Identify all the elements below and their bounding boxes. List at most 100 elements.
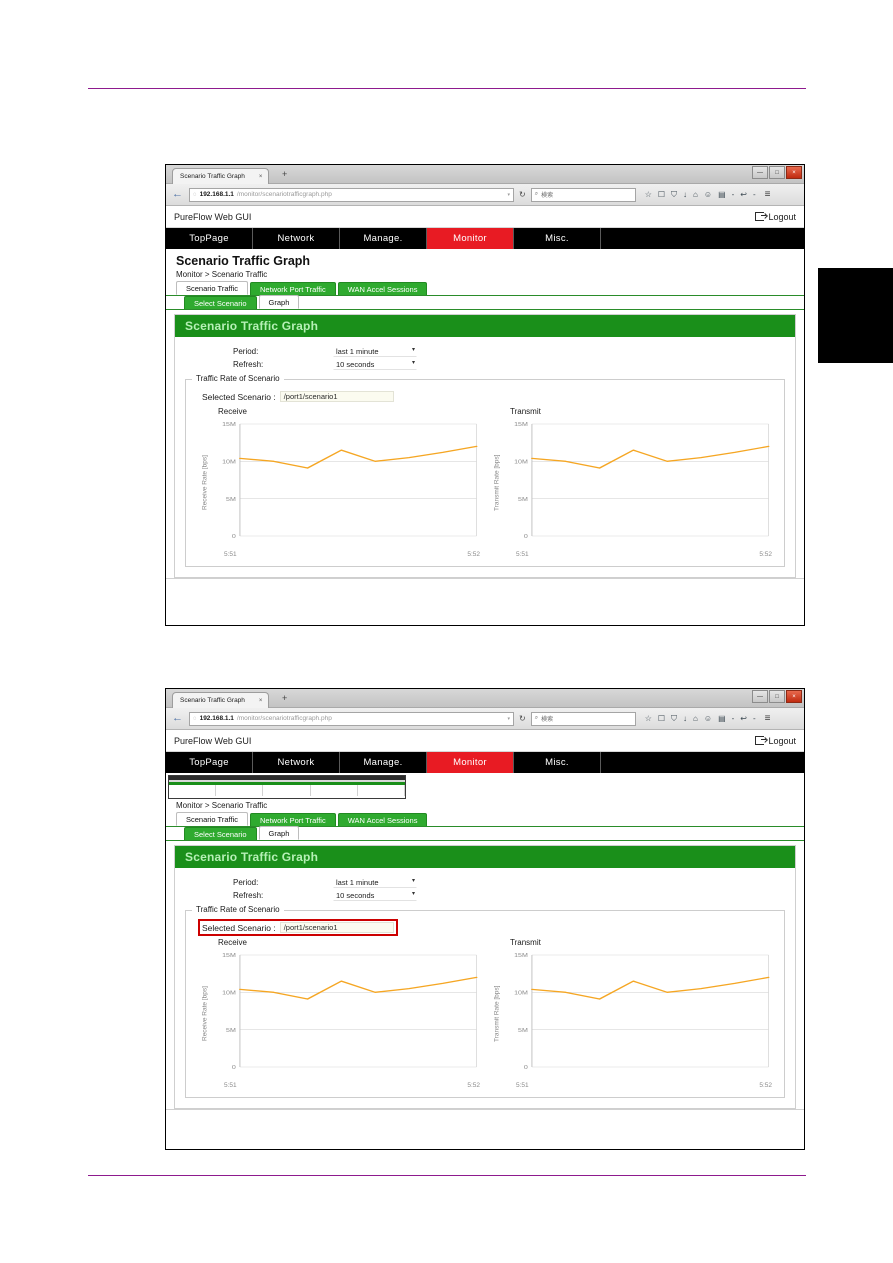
traffic-rate-group: Traffic Rate of Scenario Selected Scenar…	[185, 374, 785, 567]
chevron-down-icon[interactable]: ▾	[507, 192, 510, 198]
screenshot-icon[interactable]: ▤	[718, 190, 726, 199]
maximize-button[interactable]: □	[769, 166, 785, 179]
close-icon-2[interactable]: ×	[259, 698, 263, 704]
graph-options-form-2: Period: last 1 minute Refresh: 10 second…	[233, 876, 785, 902]
app-content-2: PureFlow Web GUI Logout TopPage Network …	[166, 730, 804, 1128]
minimize-button[interactable]: —	[752, 166, 768, 179]
tab-row-primary: Scenario Traffic Network Port Traffic WA…	[166, 281, 804, 296]
minimize-button-2[interactable]: —	[752, 690, 768, 703]
maximize-button-2[interactable]: □	[769, 690, 785, 703]
site-identity-icon: ◌	[193, 191, 197, 198]
tab-wan-accel-sessions[interactable]: WAN Accel Sessions	[337, 282, 428, 295]
shield-icon-2[interactable]: ⛉	[671, 714, 677, 723]
page-title-area-2	[166, 773, 804, 799]
transmit-xtick-start: 5:51	[516, 551, 529, 558]
subtab-graph[interactable]: Graph	[258, 295, 300, 309]
sync-icon[interactable]: ↩	[740, 190, 747, 199]
url-bar[interactable]: ◌ 192.168.1.1/monitor/scenariotrafficgra…	[189, 187, 514, 202]
browser-tab-1[interactable]: Scenario Traffic Graph ×	[172, 168, 270, 184]
sync-icon-2[interactable]: ↩	[740, 714, 747, 723]
traffic-rate-group-2: Traffic Rate of Scenario Selected Scenar…	[185, 905, 785, 1098]
nav-item-toppage[interactable]: TopPage	[166, 228, 253, 249]
download-icon[interactable]: ↓	[683, 190, 687, 199]
receive-chart-2: Receive Receive Rate [bps] 15M 10M 5M 0 5:5…	[200, 938, 482, 1089]
new-tab-button[interactable]: +	[282, 170, 287, 179]
home-icon-2[interactable]: ⌂	[693, 714, 698, 723]
back-icon[interactable]: ←	[169, 189, 186, 200]
receive-xtick-end: 5:52	[467, 551, 480, 558]
selected-scenario-value-2: /port1/scenario1	[279, 922, 394, 933]
nav-item-monitor-2[interactable]: Monitor	[427, 752, 514, 773]
nav-item-manage[interactable]: Manage.	[340, 228, 427, 249]
close-icon[interactable]: ×	[259, 174, 263, 180]
subtab-graph-2[interactable]: Graph	[258, 826, 300, 840]
transmit-xtick-end: 5:52	[759, 551, 772, 558]
browser-window-2: Scenario Traffic Graph × + — □ × ← ◌ 192…	[165, 688, 805, 1150]
download-icon-2[interactable]: ↓	[683, 714, 687, 723]
search-box-2[interactable]: ⌕ 検索	[530, 711, 636, 726]
refresh-select[interactable]: 10 seconds	[333, 359, 417, 370]
reload-icon[interactable]: ↻	[517, 190, 528, 199]
browser-tab-2[interactable]: Scenario Traffic Graph ×	[172, 692, 270, 708]
transmit-chart-title-2: Transmit	[510, 938, 541, 947]
home-icon[interactable]: ⌂	[693, 190, 698, 199]
selected-scenario-label-2: Selected Scenario :	[202, 922, 276, 933]
refresh-select-2[interactable]: 10 seconds	[333, 890, 417, 901]
browser-navbar-2: ← ◌ 192.168.1.1/monitor/scenariotrafficg…	[166, 708, 804, 730]
browser-tab-label: Scenario Traffic Graph	[180, 173, 245, 180]
nav-item-misc[interactable]: Misc.	[514, 228, 601, 249]
tab-network-port-traffic-2[interactable]: Network Port Traffic	[249, 813, 336, 826]
library-icon[interactable]: ☐	[658, 190, 665, 199]
star-icon[interactable]: ☆	[645, 190, 652, 199]
logout-button-2[interactable]: Logout	[755, 736, 796, 746]
separator-icon: -	[731, 189, 735, 199]
period-select[interactable]: last 1 minute	[333, 346, 417, 357]
smiley-icon-2[interactable]: ☺	[704, 714, 712, 723]
tab-scenario-traffic[interactable]: Scenario Traffic	[176, 281, 248, 295]
smiley-icon[interactable]: ☺	[704, 190, 712, 199]
group-legend: Traffic Rate of Scenario	[192, 374, 284, 383]
tab-row-primary-2: Scenario Traffic Network Port Traffic WA…	[166, 812, 804, 827]
tab-network-port-traffic[interactable]: Network Port Traffic	[249, 282, 336, 295]
nav-item-toppage-2[interactable]: TopPage	[166, 752, 253, 773]
svg-text:15M: 15M	[222, 953, 236, 959]
star-icon-2[interactable]: ☆	[645, 714, 652, 723]
window-close-button[interactable]: ×	[786, 166, 802, 179]
new-tab-button-2[interactable]: +	[282, 694, 287, 703]
receive-plot: 15M 10M 5M 0	[210, 418, 482, 548]
app-brand: PureFlow Web GUI	[174, 211, 252, 222]
subtab-select-scenario-2[interactable]: Select Scenario	[184, 827, 257, 840]
search-placeholder-2: 検索	[541, 717, 554, 723]
transmit-x-labels: 5:51 5:52	[492, 548, 774, 558]
browser-titlebar-1: Scenario Traffic Graph × + — □ ×	[166, 165, 804, 184]
reload-icon-2[interactable]: ↻	[517, 714, 528, 723]
nav-item-monitor[interactable]: Monitor	[427, 228, 514, 249]
receive-xtick-end-2: 5:52	[467, 1082, 480, 1089]
tab-scenario-traffic-2[interactable]: Scenario Traffic	[176, 812, 248, 826]
window-close-button-2[interactable]: ×	[786, 690, 802, 703]
nav-item-network[interactable]: Network	[253, 228, 340, 249]
browser-titlebar-2: Scenario Traffic Graph × + — □ ×	[166, 689, 804, 708]
url-bar-2[interactable]: ◌ 192.168.1.1/monitor/scenariotrafficgra…	[189, 711, 514, 726]
svg-text:5M: 5M	[518, 497, 528, 503]
period-label: Period:	[233, 347, 259, 356]
logout-label: Logout	[768, 211, 796, 222]
tab-wan-accel-sessions-2[interactable]: WAN Accel Sessions	[337, 813, 428, 826]
nav-item-manage-2[interactable]: Manage.	[340, 752, 427, 773]
back-icon-2[interactable]: ←	[169, 713, 186, 724]
menu-icon[interactable]: ≡	[765, 189, 771, 200]
selected-scenario-row-highlighted: Selected Scenario : /port1/scenario1	[198, 919, 398, 936]
logout-button[interactable]: Logout	[755, 212, 796, 222]
shield-icon[interactable]: ⛉	[671, 190, 677, 199]
subtab-select-scenario[interactable]: Select Scenario	[184, 296, 257, 309]
library-icon-2[interactable]: ☐	[658, 714, 665, 723]
breadcrumb-2: Monitor > Scenario Traffic	[176, 801, 268, 810]
chevron-down-icon-2[interactable]: ▾	[507, 716, 510, 722]
search-box[interactable]: ⌕ 検索	[530, 187, 636, 202]
app-brand-2: PureFlow Web GUI	[174, 735, 252, 746]
screenshot-icon-2[interactable]: ▤	[718, 714, 726, 723]
period-select-2[interactable]: last 1 minute	[333, 877, 417, 888]
menu-icon-2[interactable]: ≡	[765, 713, 771, 724]
nav-item-misc-2[interactable]: Misc.	[514, 752, 601, 773]
nav-item-network-2[interactable]: Network	[253, 752, 340, 773]
